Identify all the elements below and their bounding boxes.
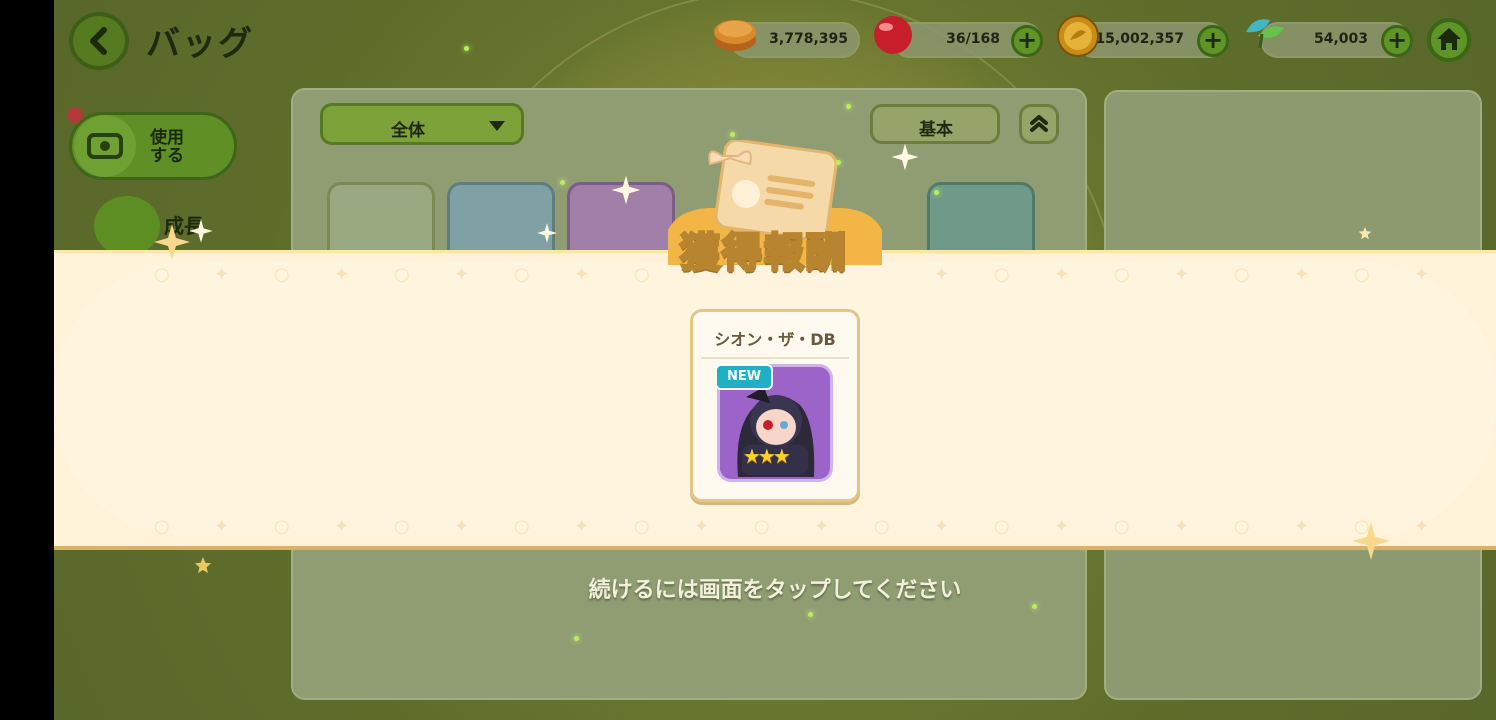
grow-tab-icon[interactable] — [94, 196, 160, 256]
notification-flower-icon — [67, 107, 83, 123]
reward-title: 獲得報酬 — [679, 229, 848, 278]
pancake-icon — [714, 20, 756, 51]
back-button[interactable] — [69, 12, 129, 70]
chevron-down-icon — [489, 121, 505, 131]
particle — [574, 636, 579, 641]
particle — [808, 612, 813, 617]
reward-item-card[interactable]: シオン・ザ・DB NEW ★★★ — [690, 309, 860, 502]
resource-leaf-value: 54,003 — [1313, 31, 1368, 47]
card-divider — [701, 357, 849, 359]
resource-jelly-value: 36/168 — [946, 31, 1000, 47]
use-tab-label: 使用 する — [150, 128, 184, 166]
sparkle-icon — [537, 223, 557, 243]
coin-icon — [1057, 15, 1099, 57]
home-icon — [1437, 28, 1461, 50]
filter-dropdown-value: 全体 — [391, 121, 425, 141]
add-leaf-button[interactable]: + — [1381, 25, 1413, 57]
particle — [846, 104, 851, 109]
particle — [730, 132, 735, 137]
sparkle-icon — [1358, 226, 1372, 240]
resource-coin-value: 15,002,357 — [1095, 31, 1184, 47]
page-title: バッグ — [146, 24, 254, 64]
sparkle-icon — [1352, 522, 1390, 560]
resource-pancake-value: 3,778,395 — [769, 31, 848, 47]
sparkle-icon — [194, 556, 212, 574]
home-button[interactable] — [1427, 18, 1471, 62]
rarity-stars: ★★★ — [743, 444, 791, 468]
particle — [1032, 604, 1037, 609]
sort-button-label: 基本 — [919, 120, 953, 140]
tap-to-continue-text: 続けるには画面をタップしてください — [588, 578, 962, 603]
sparkle-icon — [891, 143, 919, 171]
double-chevron-up-icon — [1030, 115, 1048, 132]
add-coin-button[interactable]: + — [1197, 25, 1229, 57]
filter-dropdown[interactable]: 全体 — [320, 103, 524, 145]
chevron-left-icon — [90, 27, 107, 55]
sparkle-icon — [189, 219, 213, 243]
add-jelly-button[interactable]: + — [1011, 25, 1043, 57]
leaf-icon — [1246, 19, 1284, 49]
sort-button[interactable]: 基本 — [870, 104, 1000, 144]
new-badge: NEW — [715, 364, 774, 390]
particle — [560, 180, 565, 185]
game-screen[interactable]: バッグ 3,778,395 36/168 + 15,002,357 + 54,0… — [54, 0, 1496, 720]
chest-icon — [74, 115, 136, 177]
particle — [464, 46, 469, 51]
collapse-button[interactable] — [1019, 104, 1059, 144]
jelly-icon — [874, 16, 912, 54]
particle — [934, 190, 939, 195]
use-tab[interactable]: 使用 する — [69, 112, 237, 180]
banner-decoration-bottom: ○ ✦ ○ ✦ ○ ✦ ○ ✦ ○ ✦ ○ ✦ ○ ✦ ○ ✦ ○ ✦ ○ ✦ ○ ✦ — [154, 516, 1430, 537]
sparkle-icon — [611, 175, 641, 205]
reward-item-name: シオン・ザ・DB — [714, 330, 836, 349]
particle — [836, 160, 841, 165]
sparkle-icon — [154, 224, 190, 260]
